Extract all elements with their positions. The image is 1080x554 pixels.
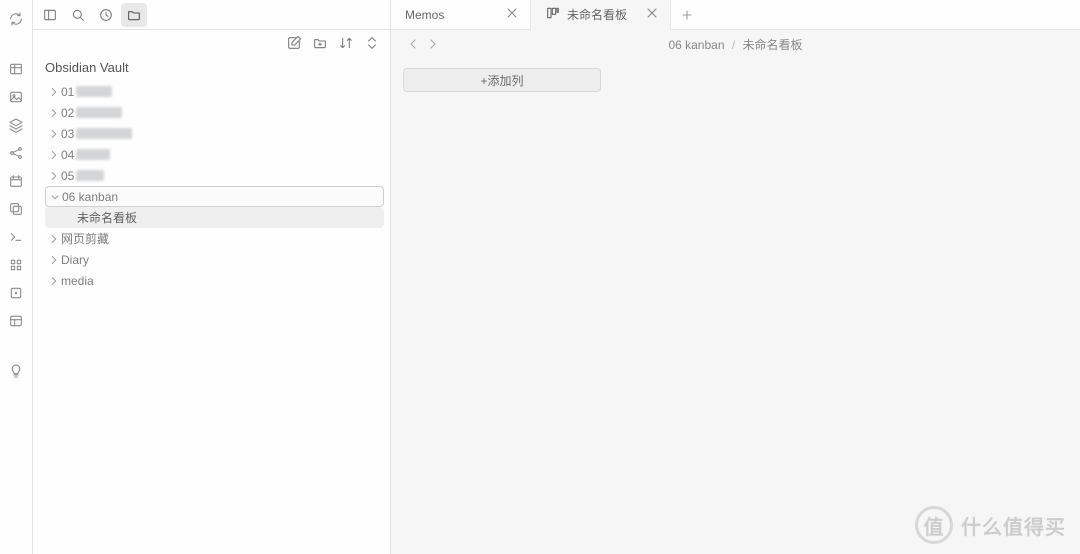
folder-item[interactable]: 未命名看板 — [45, 207, 384, 228]
file-tree: 01 02 03 04 05 06 kanban 未命名看板网页剪藏 Diary media — [33, 81, 390, 554]
watermark-text: 什么值得买 — [961, 511, 1066, 540]
tab-bar: Memos 未命名看板 — [391, 0, 1080, 30]
redacted-text — [76, 128, 132, 139]
close-icon[interactable] — [504, 5, 520, 24]
tab[interactable]: Memos — [391, 0, 531, 29]
box-icon[interactable] — [5, 282, 27, 304]
clock-icon[interactable] — [93, 3, 119, 27]
main-area: Memos 未命名看板 06 kanban / 未命名看板 +添加列 — [391, 0, 1080, 554]
copy-icon[interactable] — [5, 198, 27, 220]
folder-item[interactable]: 05 — [45, 165, 384, 186]
folder-item[interactable]: 06 kanban — [45, 186, 384, 207]
vault-name[interactable]: Obsidian Vault — [33, 56, 390, 81]
chevron-right-icon[interactable] — [47, 168, 61, 184]
collapse-icon[interactable] — [362, 33, 382, 53]
chevron-right-icon[interactable] — [47, 231, 61, 247]
sidebar-top-tabs — [33, 0, 390, 30]
item-label: 02 — [61, 106, 74, 120]
chevron-right-icon[interactable] — [47, 252, 61, 268]
toggle-left-icon[interactable] — [37, 3, 63, 27]
chevron-right-icon[interactable] — [47, 105, 61, 121]
item-label: media — [61, 274, 94, 288]
item-label: 05 — [61, 169, 74, 183]
new-folder-icon[interactable] — [310, 33, 330, 53]
item-label: Diary — [61, 253, 89, 267]
item-label: 未命名看板 — [77, 209, 137, 226]
tab[interactable]: 未命名看板 — [531, 0, 671, 30]
nav-row: 06 kanban / 未命名看板 — [391, 30, 1080, 58]
redacted-text — [76, 149, 110, 160]
nav-forward-icon[interactable] — [423, 34, 443, 54]
grid-icon[interactable] — [5, 254, 27, 276]
sidebar-actions — [33, 30, 390, 56]
item-label: 01 — [61, 85, 74, 99]
kanban-canvas: +添加列 — [391, 58, 1080, 554]
watermark: 值 什么值得买 — [915, 506, 1066, 544]
item-label: 网页剪藏 — [61, 230, 109, 247]
chevron-right-icon[interactable] — [47, 273, 61, 289]
layout-icon[interactable] — [5, 310, 27, 332]
chevron-down-icon[interactable] — [48, 189, 62, 205]
folder-item[interactable]: 网页剪藏 — [45, 228, 384, 249]
folder-item[interactable]: media — [45, 270, 384, 291]
calendar-icon[interactable] — [5, 170, 27, 192]
share-icon[interactable] — [5, 142, 27, 164]
folder-item[interactable]: 04 — [45, 144, 384, 165]
tab-label: 未命名看板 — [567, 6, 627, 23]
terminal-icon[interactable] — [5, 226, 27, 248]
watermark-circle: 值 — [915, 506, 953, 544]
sidebar: Obsidian Vault 01 02 03 04 05 06 kanban 未命名看板网… — [33, 0, 391, 554]
search-icon[interactable] — [65, 3, 91, 27]
folder-item[interactable]: 01 — [45, 81, 384, 102]
chevron-right-icon[interactable] — [47, 126, 61, 142]
sync-icon[interactable] — [5, 8, 27, 30]
add-column-button[interactable]: +添加列 — [403, 68, 601, 92]
item-label: 04 — [61, 148, 74, 162]
nav-back-icon[interactable] — [403, 34, 423, 54]
folder-item[interactable]: Diary — [45, 249, 384, 270]
chevron-right-icon[interactable] — [47, 84, 61, 100]
close-icon[interactable] — [644, 5, 660, 24]
breadcrumb[interactable]: 06 kanban / 未命名看板 — [668, 36, 802, 53]
bulb-icon[interactable] — [5, 360, 27, 382]
new-tab-button[interactable] — [671, 0, 703, 29]
chevron-right-icon[interactable] — [47, 147, 61, 163]
left-ribbon — [0, 0, 33, 554]
breadcrumb-folder: 06 kanban — [668, 38, 724, 52]
item-label: 03 — [61, 127, 74, 141]
breadcrumb-sep: / — [732, 38, 735, 52]
table-icon[interactable] — [5, 58, 27, 80]
item-label: 06 kanban — [62, 190, 118, 204]
sort-icon[interactable] — [336, 33, 356, 53]
folder-icon[interactable] — [121, 3, 147, 27]
folder-item[interactable]: 02 — [45, 102, 384, 123]
layers-icon[interactable] — [5, 114, 27, 136]
breadcrumb-file: 未命名看板 — [743, 38, 803, 52]
tab-label: Memos — [405, 8, 444, 22]
redacted-text — [76, 170, 104, 181]
image-icon[interactable] — [5, 86, 27, 108]
new-note-icon[interactable] — [284, 33, 304, 53]
kanban-icon — [545, 5, 561, 24]
redacted-text — [76, 107, 122, 118]
folder-item[interactable]: 03 — [45, 123, 384, 144]
redacted-text — [76, 86, 112, 97]
